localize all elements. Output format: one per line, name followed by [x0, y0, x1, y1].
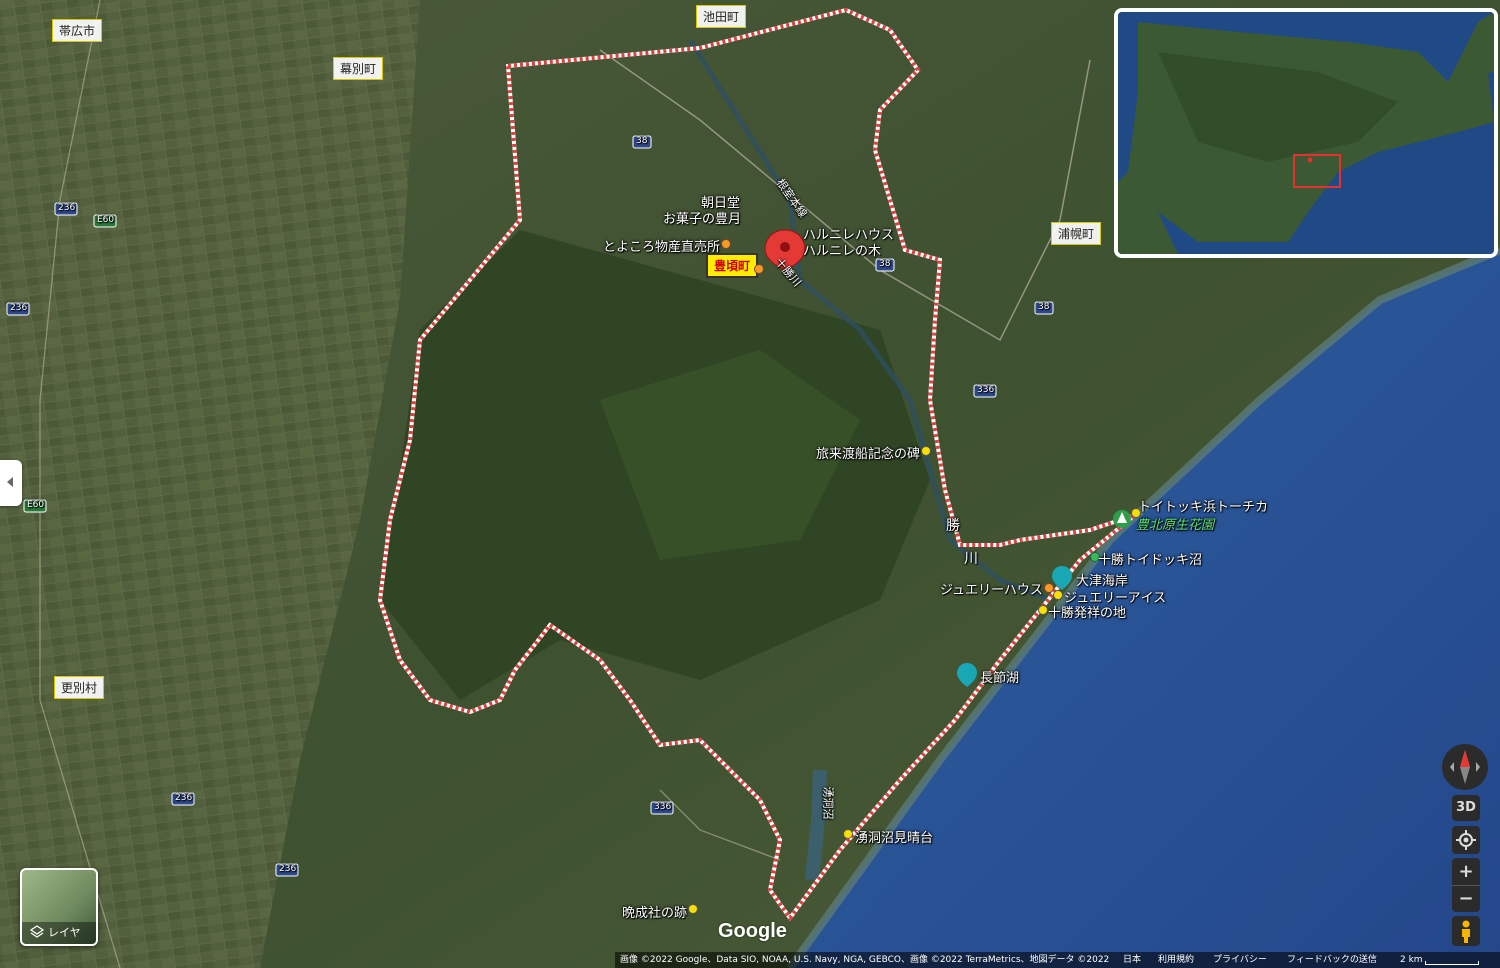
river-label: 川 — [964, 551, 978, 567]
town-label-sarabetsu[interactable]: 更別村 — [54, 676, 105, 699]
terms-link[interactable]: 利用規約 — [1158, 952, 1194, 968]
poi-label[interactable]: 湧洞沼見晴台 — [855, 827, 933, 846]
river-label: 勝 — [946, 518, 960, 534]
zoom-controls: + − — [1452, 858, 1480, 912]
my-location-button[interactable] — [1452, 826, 1480, 854]
poi-label[interactable]: 晩成社の跡 — [622, 902, 687, 921]
route-236-label: 236 — [175, 793, 193, 803]
street-view-button[interactable] — [1452, 916, 1480, 946]
route-38-label: 38 — [879, 259, 891, 269]
region-link[interactable]: 日本 — [1123, 952, 1141, 968]
poi-label[interactable]: とよころ物産直売所 — [603, 236, 720, 255]
lake-label[interactable]: 長節湖 — [980, 667, 1019, 686]
town-label-ikeda[interactable]: 池田町 — [696, 5, 747, 28]
poi-label[interactable]: ハルニレの木 — [803, 240, 881, 259]
lake-label: 湧洞沼 — [821, 786, 835, 820]
e60-label: E60 — [97, 215, 115, 225]
e60-label: E60 — [27, 500, 45, 510]
layers-label: レイヤ — [48, 926, 81, 939]
town-label-obihiro[interactable]: 帯広市 — [52, 19, 103, 42]
zoom-out-button[interactable]: − — [1452, 885, 1480, 913]
town-label-toyokoro[interactable]: 豊頃町 — [706, 253, 759, 278]
collapse-panel-button[interactable] — [0, 460, 22, 506]
pegman-icon — [1462, 920, 1470, 943]
imagery-credit: 画像 ©2022 Google、Data SIO, NOAA, U.S. Nav… — [620, 955, 1110, 965]
3d-button[interactable]: 3D — [1452, 795, 1480, 821]
compass-button[interactable] — [1442, 744, 1488, 790]
poi-label[interactable]: お菓子の豊月 — [663, 208, 741, 227]
town-label-urahoro[interactable]: 浦幌町 — [1051, 222, 1102, 245]
poi-dot[interactable] — [1054, 591, 1062, 599]
park-label[interactable]: 豊北原生花園 — [1136, 514, 1214, 533]
poi-dot[interactable] — [755, 265, 763, 273]
overview-map[interactable] — [1114, 8, 1498, 258]
route-38-label: 38 — [1038, 302, 1050, 312]
layers-button[interactable]: レイヤ — [20, 868, 98, 946]
poi-dot[interactable] — [1039, 606, 1047, 614]
privacy-link[interactable]: プライバシー — [1213, 952, 1267, 968]
zoom-in-button[interactable]: + — [1452, 858, 1480, 885]
route-38-label: 38 — [636, 136, 648, 146]
poi-label[interactable]: ジュエリーハウス — [940, 579, 1043, 598]
poi-dot[interactable] — [1045, 584, 1053, 592]
route-336-label: 336 — [654, 802, 672, 812]
google-logo: Google — [718, 920, 787, 942]
layers-icon — [30, 925, 44, 938]
feedback-link[interactable]: フィードバックの送信 — [1287, 952, 1377, 968]
location-target-icon — [1456, 830, 1476, 850]
poi-label[interactable]: 十勝トイドッキ沼 — [1098, 549, 1202, 568]
route-236-label: 236 — [10, 303, 28, 313]
compass-icon — [1450, 750, 1480, 784]
town-label-makubetsu[interactable]: 幕別町 — [333, 57, 384, 80]
route-236-label: 236 — [279, 864, 297, 874]
poi-dot[interactable] — [844, 830, 852, 838]
route-336-label: 336 — [977, 385, 995, 395]
scale-bar — [1425, 961, 1479, 965]
poi-dot[interactable] — [722, 240, 730, 248]
poi-dot[interactable] — [922, 447, 930, 455]
park-pin-icon[interactable] — [1113, 510, 1131, 528]
poi-dot[interactable] — [689, 905, 697, 913]
scale-label[interactable]: 2 km — [1400, 952, 1423, 968]
chevron-left-icon — [7, 477, 13, 487]
poi-label[interactable]: 旅来渡船記念の碑 — [816, 443, 920, 462]
poi-label[interactable]: トイトッキ浜トーチカ — [1138, 496, 1268, 515]
poi-label[interactable]: 十勝発祥の地 — [1048, 602, 1126, 621]
attribution-bar: 画像 ©2022 Google、Data SIO, NOAA, U.S. Nav… — [0, 952, 1500, 968]
route-236-label: 236 — [58, 203, 76, 213]
